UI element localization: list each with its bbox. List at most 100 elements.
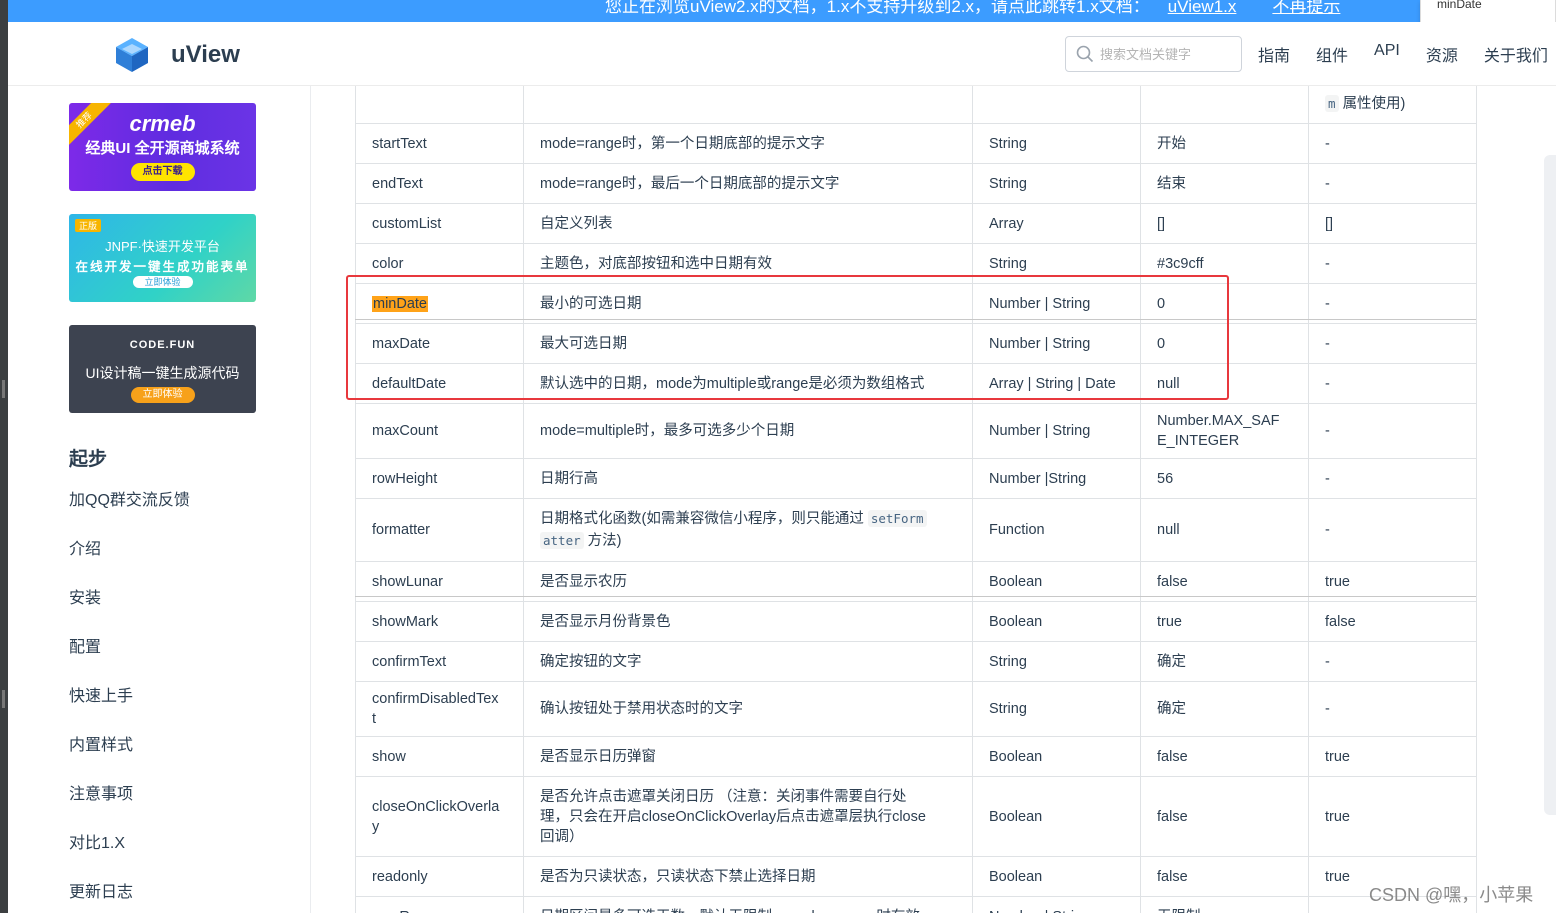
prop-default: 开始 xyxy=(1140,123,1309,164)
prop-default: 确定 xyxy=(1140,681,1309,737)
prop-type: Boolean xyxy=(972,776,1141,857)
prop-options: m 属性使用) xyxy=(1308,86,1477,124)
ad-headline: 经典UI 全开源商城系统 xyxy=(85,140,240,157)
table-row: confirmDisabledTex t 确认按钮处于禁用状态时的文字 Strin… xyxy=(355,681,1477,737)
inline-code: setForm xyxy=(867,510,927,527)
sidebar-item-install[interactable]: 安装 xyxy=(69,584,101,608)
sidebar: 推荐 crmeb 经典UI 全开源商城系统 点击下载 正版 JNPF·快速开发平… xyxy=(8,86,311,913)
brand-name[interactable]: uView xyxy=(171,41,240,69)
prop-default: 0 xyxy=(1140,283,1309,324)
sidebar-item-notes[interactable]: 注意事项 xyxy=(69,780,133,804)
uview1-link[interactable]: uView1.x xyxy=(1168,0,1237,16)
prop-name: color xyxy=(355,243,524,284)
table-row: color 主题色，对底部按钮和选中日期有效 String #3c9cff - xyxy=(355,243,1477,284)
sidebar-item-intro[interactable]: 介绍 xyxy=(69,535,101,559)
prop-default: null xyxy=(1140,363,1309,404)
prop-default-line2: E_INTEGER xyxy=(1157,433,1240,449)
ad-codefun[interactable]: CODE.FUN UI设计稿一键生成源代码 立即体验 xyxy=(69,325,256,413)
prop-name: startText xyxy=(355,123,524,164)
ad-jnpf[interactable]: 正版 JNPF·快速开发平台 在线开发一键生成功能表单 立即体验 xyxy=(69,214,256,302)
prop-name: customList xyxy=(355,203,524,244)
prop-type: Boolean xyxy=(972,856,1141,897)
prop-name-line1: confirmDisabledTex xyxy=(372,691,499,707)
nav-guide[interactable]: 指南 xyxy=(1258,42,1290,66)
search-box[interactable] xyxy=(1065,36,1242,72)
prop-options-text: 属性使用) xyxy=(1342,95,1406,112)
ad-cta-button[interactable]: 立即体验 xyxy=(132,276,193,288)
prop-default: 56 xyxy=(1140,458,1309,499)
version-banner: 您正在浏览uView2.x的文档，1.x不支持升级到2.x，请点此跳转1.x文档… xyxy=(8,0,1556,22)
main-content: m 属性使用) startText mode=range时，第一个日期底部的提示… xyxy=(311,86,1556,913)
prop-desc-line2: 理，只会在开启closeOnClickOverlay后点击遮罩层执行close xyxy=(540,808,926,825)
ad-cta-button[interactable]: 点击下载 xyxy=(130,163,195,181)
prop-name: minDate xyxy=(355,283,524,324)
table-row: maxCount mode=multiple时，最多可选多少个日期 Number… xyxy=(355,403,1477,459)
search-icon xyxy=(1076,45,1094,63)
prop-default: #3c9cff xyxy=(1140,243,1309,284)
prop-desc: 日期格式化函数(如需兼容微信小程序，则只能通过 setForm atter 方法) xyxy=(523,498,973,562)
prop-default: 无限制 xyxy=(1140,896,1309,913)
prop-desc: mode=multiple时，最多可选多少个日期 xyxy=(523,403,973,459)
table-row: confirmText 确定按钮的文字 String 确定 - xyxy=(355,641,1477,682)
prop-options: - xyxy=(1308,641,1477,682)
prop-type: Boolean xyxy=(972,736,1141,777)
prop-desc: 确定按钮的文字 xyxy=(523,641,973,682)
prop-options: - xyxy=(1308,363,1477,404)
ad-headline: 在线开发一键生成功能表单 xyxy=(75,260,250,274)
nav-components[interactable]: 组件 xyxy=(1316,42,1348,66)
prop-name: maxDate xyxy=(355,323,524,364)
prop-desc: 最小的可选日期 xyxy=(523,283,973,324)
prop-name: readonly xyxy=(355,856,524,897)
dismiss-link[interactable]: 不再提示 xyxy=(1272,0,1340,16)
uview-logo-icon[interactable] xyxy=(113,36,151,74)
calendar-props-table: m 属性使用) startText mode=range时，第一个日期底部的提示… xyxy=(355,86,1477,913)
prop-options: - xyxy=(1308,498,1477,562)
prop-default: false xyxy=(1140,856,1309,897)
sidebar-item-compare-1x[interactable]: 对比1.X xyxy=(69,829,125,853)
prop-desc: 主题色，对底部按钮和选中日期有效 xyxy=(523,243,973,284)
inline-code: m xyxy=(1325,94,1339,112)
nav-about[interactable]: 关于我们 xyxy=(1484,42,1548,66)
prop-options: - xyxy=(1308,123,1477,164)
csdn-watermark: CSDN @嘿，小苹果 xyxy=(1369,885,1534,905)
prop-type: String xyxy=(972,123,1141,164)
prop-desc: 是否显示月份背景色 xyxy=(523,601,973,642)
table-row: rowHeight 日期行高 Number |String 56 - xyxy=(355,458,1477,499)
prop-desc: 日期行高 xyxy=(523,458,973,499)
prop-name: formatter xyxy=(355,498,524,562)
table-row: showMark 是否显示月份背景色 Boolean true false xyxy=(355,601,1477,642)
prop-desc: 最大可选日期 xyxy=(523,323,973,364)
nav-api[interactable]: API xyxy=(1374,42,1400,66)
site-header: uView 指南 组件 API 资源 关于我们 xyxy=(8,22,1556,86)
nav-resources[interactable]: 资源 xyxy=(1426,42,1458,66)
ad-crmeb[interactable]: 推荐 crmeb 经典UI 全开源商城系统 点击下载 xyxy=(69,103,256,191)
prop-desc-text: 日期格式化函数(如需兼容微信小程序，则只能通过 xyxy=(540,511,864,527)
ad-cta-button[interactable]: 立即体验 xyxy=(130,387,195,403)
prop-name: maxRange xyxy=(355,896,524,913)
table-row: readonly 是否为只读状态，只读状态下禁止选择日期 Boolean fal… xyxy=(355,856,1477,897)
prop-options: - xyxy=(1308,163,1477,204)
sidebar-item-changelog[interactable]: 更新日志 xyxy=(69,878,133,902)
sidebar-item-builtin-style[interactable]: 内置样式 xyxy=(69,731,133,755)
search-input[interactable] xyxy=(1100,43,1236,65)
prop-name-line2: t xyxy=(372,711,377,727)
sidebar-item-config[interactable]: 配置 xyxy=(69,633,101,657)
sidebar-item-qq-group[interactable]: 加QQ群交流反馈 xyxy=(69,486,190,510)
prop-desc: 是否允许点击遮罩关闭日历 （注意：关闭事件需要自行处 理，只会在开启closeOn… xyxy=(523,776,973,857)
prop-options: - xyxy=(1308,243,1477,284)
page-scrollbar[interactable] xyxy=(1544,155,1556,815)
inline-code: atter xyxy=(540,532,584,549)
prop-desc xyxy=(523,86,973,124)
prop-options: true xyxy=(1308,736,1477,777)
ad-logo: JNPF·快速开发平台 xyxy=(105,239,220,254)
prop-name: showMark xyxy=(355,601,524,642)
prop-name: confirmDisabledTex t xyxy=(355,681,524,737)
sidebar-item-quickstart[interactable]: 快速上手 xyxy=(69,682,133,706)
prop-options: true xyxy=(1308,776,1477,857)
prop-type: String xyxy=(972,163,1141,204)
table-row: formatter 日期格式化函数(如需兼容微信小程序，则只能通过 setFor… xyxy=(355,498,1477,562)
prop-desc: 是否为只读状态，只读状态下禁止选择日期 xyxy=(523,856,973,897)
table-row: closeOnClickOverla y 是否允许点击遮罩关闭日历 （注意：关闭事… xyxy=(355,776,1477,857)
prop-desc: mode=range时，最后一个日期底部的提示文字 xyxy=(523,163,973,204)
table-row: endText mode=range时，最后一个日期底部的提示文字 String… xyxy=(355,163,1477,204)
